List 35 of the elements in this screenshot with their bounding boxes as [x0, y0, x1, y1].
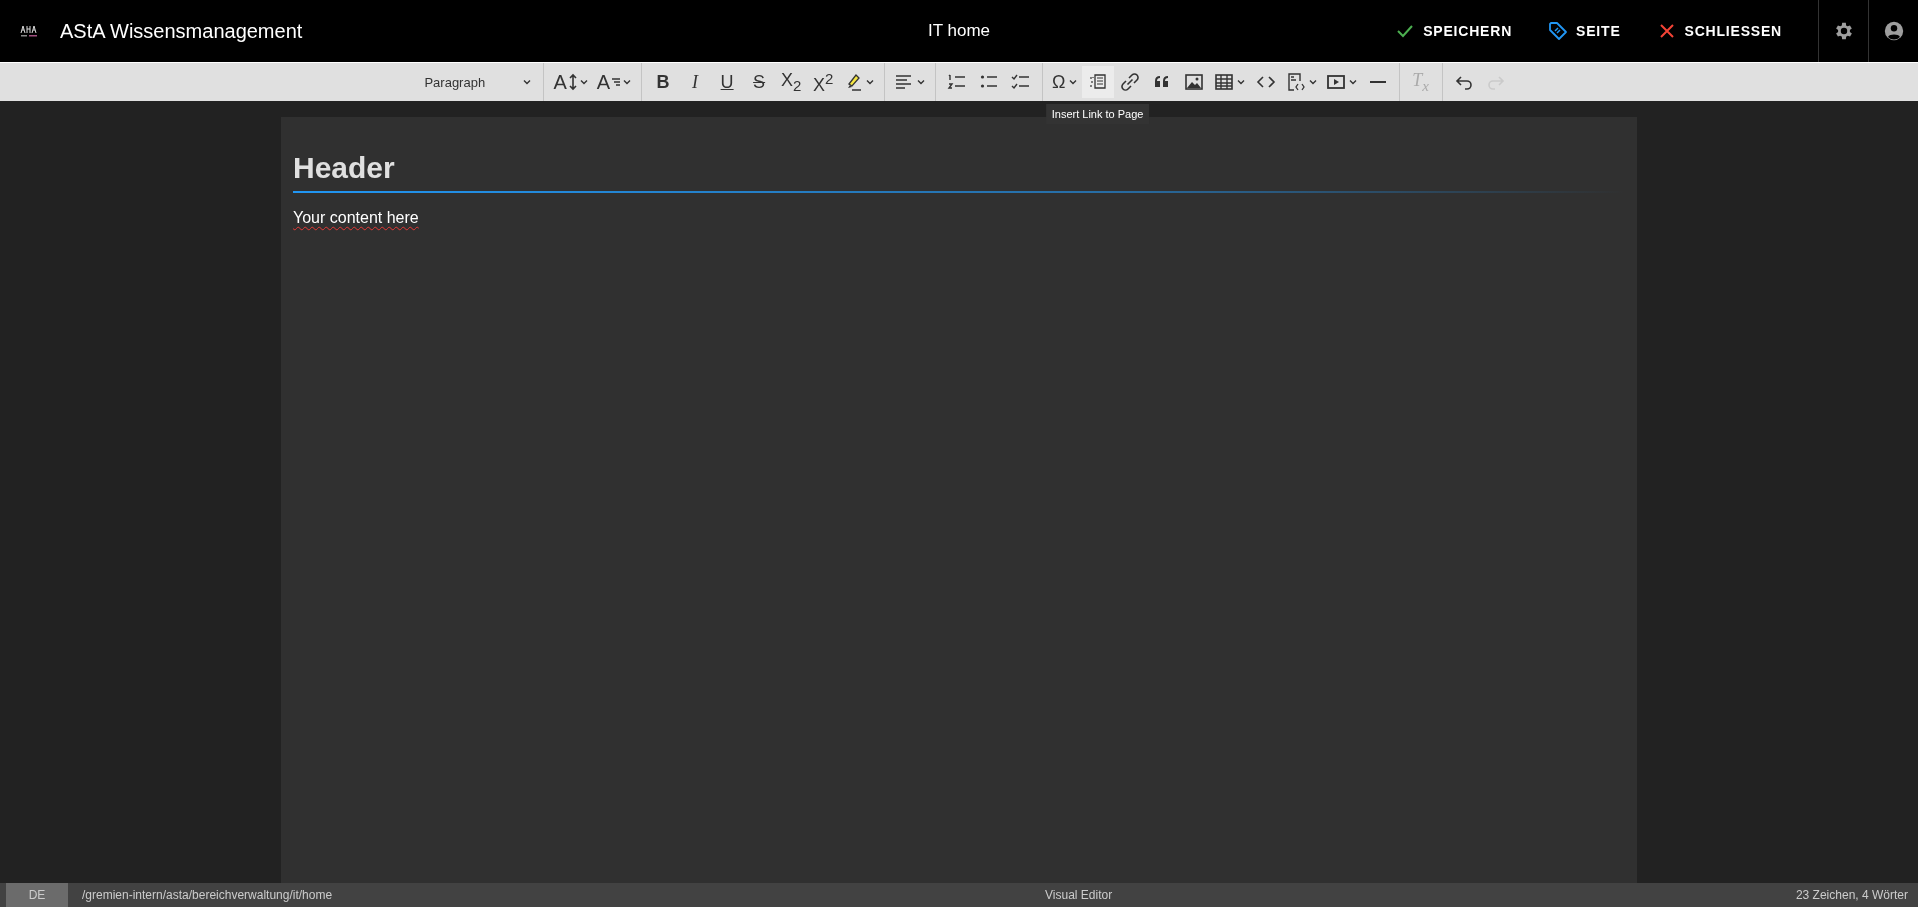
page-button[interactable]: SEITE: [1544, 17, 1625, 45]
resize-arrow-icon: [568, 73, 577, 91]
save-button[interactable]: SPEICHERN: [1391, 17, 1517, 45]
link-page-button[interactable]: [1081, 66, 1114, 98]
page-title: IT home: [927, 21, 991, 41]
account-icon: [1882, 20, 1905, 42]
bold-button[interactable]: B: [647, 66, 680, 98]
glyph-button[interactable]: X$^{2}$: [807, 66, 840, 98]
app-title: AStA Wissensmanagement: [60, 19, 303, 43]
font-size-button[interactable]: A: [549, 66, 593, 98]
lines-icon: [612, 78, 621, 86]
underline-button[interactable]: U: [711, 66, 744, 98]
page-path: /gremien-intern/asta/bereichverwaltung/it/home: [82, 888, 333, 902]
document-paragraph: Your content here: [293, 209, 419, 227]
glyph-button[interactable]: Ω: [1048, 66, 1082, 98]
document-heading: Header: [293, 151, 396, 185]
tag-icon: [1548, 21, 1569, 41]
editor-mode: Visual Editor: [1045, 888, 1113, 902]
locale-badge: DE: [6, 883, 68, 907]
checklist-icon: [1011, 72, 1032, 92]
link-icon: [1119, 72, 1140, 92]
video-icon: [1325, 72, 1346, 92]
italic-button[interactable]: I: [679, 66, 712, 98]
horizontal-line-icon: [1369, 81, 1386, 83]
page-link-icon: [1087, 72, 1108, 92]
close-button[interactable]: SCHLIESSEN: [1652, 17, 1786, 45]
font-family-button[interactable]: A: [592, 66, 637, 98]
code-file-icon: [1285, 72, 1306, 92]
table-icon: [1213, 72, 1234, 92]
paragraph-dropdown[interactable]: Paragraph: [406, 66, 539, 98]
strike-button[interactable]: S: [743, 66, 776, 98]
numbered-list-icon: [947, 72, 968, 92]
image-icon: [1183, 72, 1204, 92]
word-count: 23 Zeichen, 4 Wörter: [1795, 888, 1908, 902]
glyph-button[interactable]: X$_{2}$: [775, 66, 808, 98]
